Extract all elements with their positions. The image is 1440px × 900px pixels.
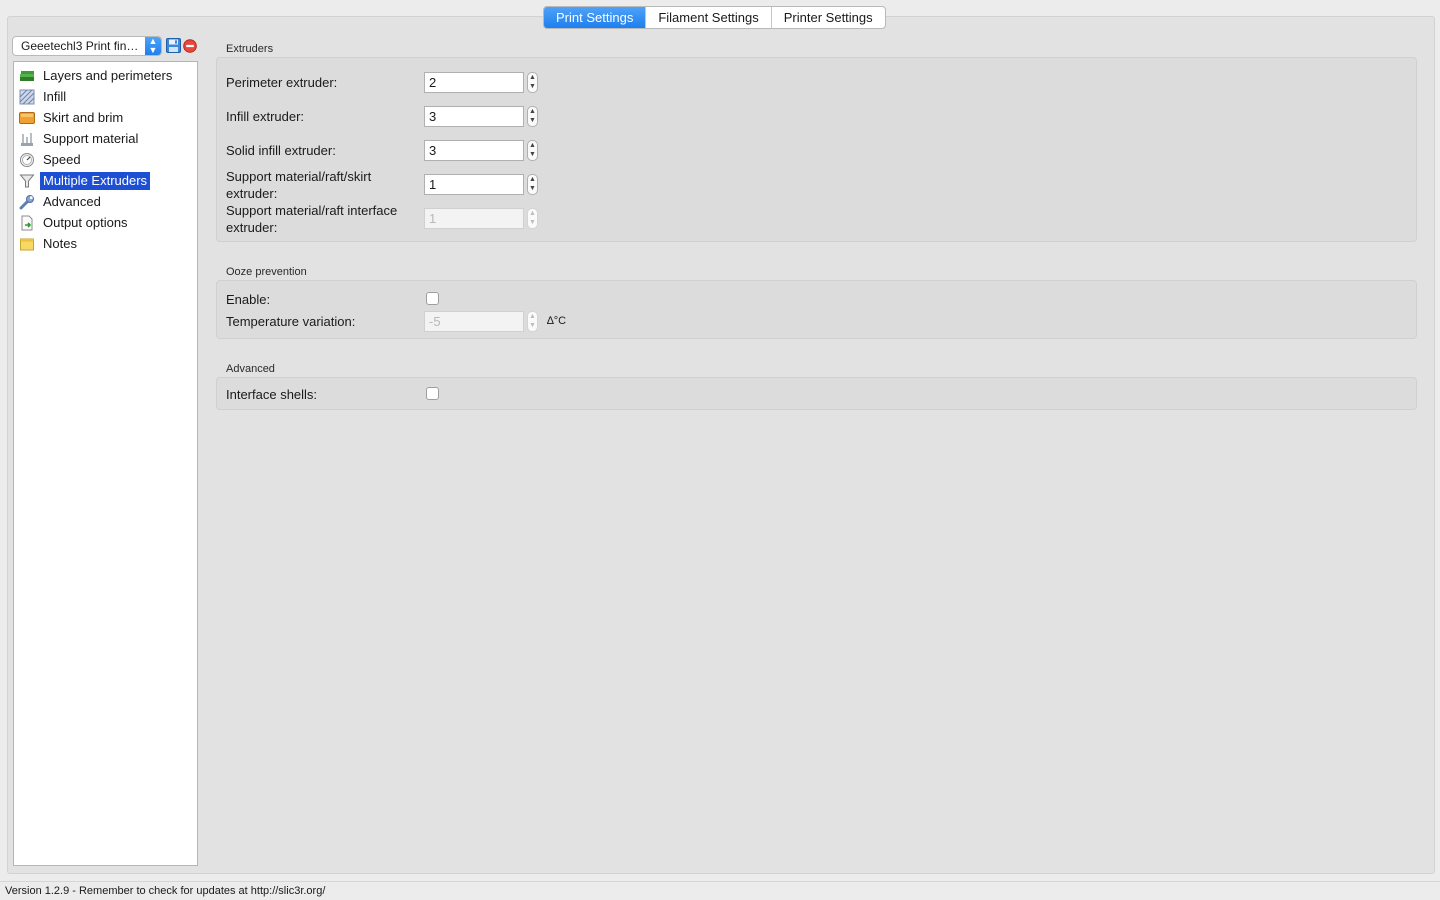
solid-infill-extruder-label: Solid infill extruder: bbox=[226, 143, 336, 158]
infill-extruder-label: Infill extruder: bbox=[226, 109, 305, 124]
support-icon bbox=[21, 133, 33, 146]
tree-item-advanced[interactable]: Advanced bbox=[19, 192, 104, 212]
ooze-enable-label: Enable: bbox=[226, 292, 271, 307]
temperature-variation-input: -5 bbox=[424, 311, 524, 332]
extruders-group-title: Extruders bbox=[226, 43, 274, 55]
notes-icon bbox=[20, 238, 34, 251]
support-interface-extruder-label-line2: extruder: bbox=[226, 220, 278, 235]
wrench-icon bbox=[19, 195, 34, 210]
tree-item-multiple-extruders[interactable]: Multiple Extruders bbox=[19, 171, 151, 191]
save-icon[interactable] bbox=[166, 38, 181, 53]
settings-tabs: Print Settings Filament Settings Printer… bbox=[543, 6, 886, 29]
support-extruder-input[interactable]: 1 bbox=[424, 174, 524, 195]
support-interface-extruder-input: 1 bbox=[424, 208, 524, 229]
tree-item-output-options[interactable]: Output options bbox=[19, 213, 131, 233]
advanced-group-title: Advanced bbox=[226, 363, 275, 375]
tree-item-skirt-and-brim[interactable]: Skirt and brim bbox=[19, 108, 126, 128]
preset-select-value: Geeetechl3 Print finiti... bbox=[21, 39, 139, 53]
perimeter-extruder-input[interactable]: 2 bbox=[424, 72, 524, 93]
tree-item-speed[interactable]: Speed bbox=[19, 150, 84, 170]
speed-icon bbox=[20, 153, 34, 167]
funnel-icon bbox=[19, 174, 35, 188]
tree-item-infill[interactable]: Infill bbox=[19, 87, 69, 107]
delete-icon[interactable] bbox=[183, 39, 197, 53]
support-extruder-label-line2: extruder: bbox=[226, 186, 278, 201]
ooze-group bbox=[216, 280, 1417, 339]
tree-item-support-material[interactable]: Support material bbox=[19, 129, 141, 149]
ooze-group-title: Ooze prevention bbox=[226, 266, 307, 278]
support-interface-extruder-stepper: ▲ ▼ bbox=[527, 208, 538, 229]
tree-item-notes[interactable]: Notes bbox=[19, 234, 80, 254]
infill-extruder-stepper[interactable]: ▲ ▼ bbox=[527, 106, 538, 127]
status-bar: Version 1.2.9 - Remember to check for up… bbox=[0, 881, 1440, 900]
perimeter-extruder-label: Perimeter extruder: bbox=[226, 75, 338, 90]
support-interface-extruder-label-line1: Support material/raft interface bbox=[226, 203, 398, 218]
output-icon bbox=[21, 215, 33, 231]
temperature-variation-label: Temperature variation: bbox=[226, 314, 356, 329]
layers-icon bbox=[20, 71, 34, 81]
tab-printer-settings[interactable]: Printer Settings bbox=[770, 7, 885, 28]
solid-infill-extruder-input[interactable]: 3 bbox=[424, 140, 524, 161]
support-extruder-label-line1: Support material/raft/skirt bbox=[226, 169, 372, 184]
advanced-group bbox=[216, 377, 1417, 410]
temperature-variation-unit: ∆°C bbox=[547, 315, 567, 327]
tab-print-settings[interactable]: Print Settings bbox=[544, 7, 646, 28]
infill-icon bbox=[19, 89, 35, 105]
skirt-icon bbox=[19, 112, 35, 124]
infill-extruder-input[interactable]: 3 bbox=[424, 106, 524, 127]
support-extruder-stepper[interactable]: ▲ ▼ bbox=[527, 174, 538, 195]
tree-item-layers-and-perimeters[interactable]: Layers and perimeters bbox=[19, 66, 175, 86]
chevron-updown-icon: ▲ ▼ bbox=[145, 37, 161, 55]
tab-filament-settings[interactable]: Filament Settings bbox=[645, 7, 770, 28]
interface-shells-checkbox[interactable] bbox=[426, 387, 439, 400]
preset-select[interactable]: Geeetechl3 Print finiti... ▲ ▼ bbox=[12, 36, 162, 56]
perimeter-extruder-stepper[interactable]: ▲ ▼ bbox=[527, 72, 538, 93]
interface-shells-label: Interface shells: bbox=[226, 387, 318, 402]
solid-infill-extruder-stepper[interactable]: ▲ ▼ bbox=[527, 140, 538, 161]
ooze-enable-checkbox[interactable] bbox=[426, 292, 439, 305]
temperature-variation-stepper: ▲ ▼ bbox=[527, 311, 538, 332]
